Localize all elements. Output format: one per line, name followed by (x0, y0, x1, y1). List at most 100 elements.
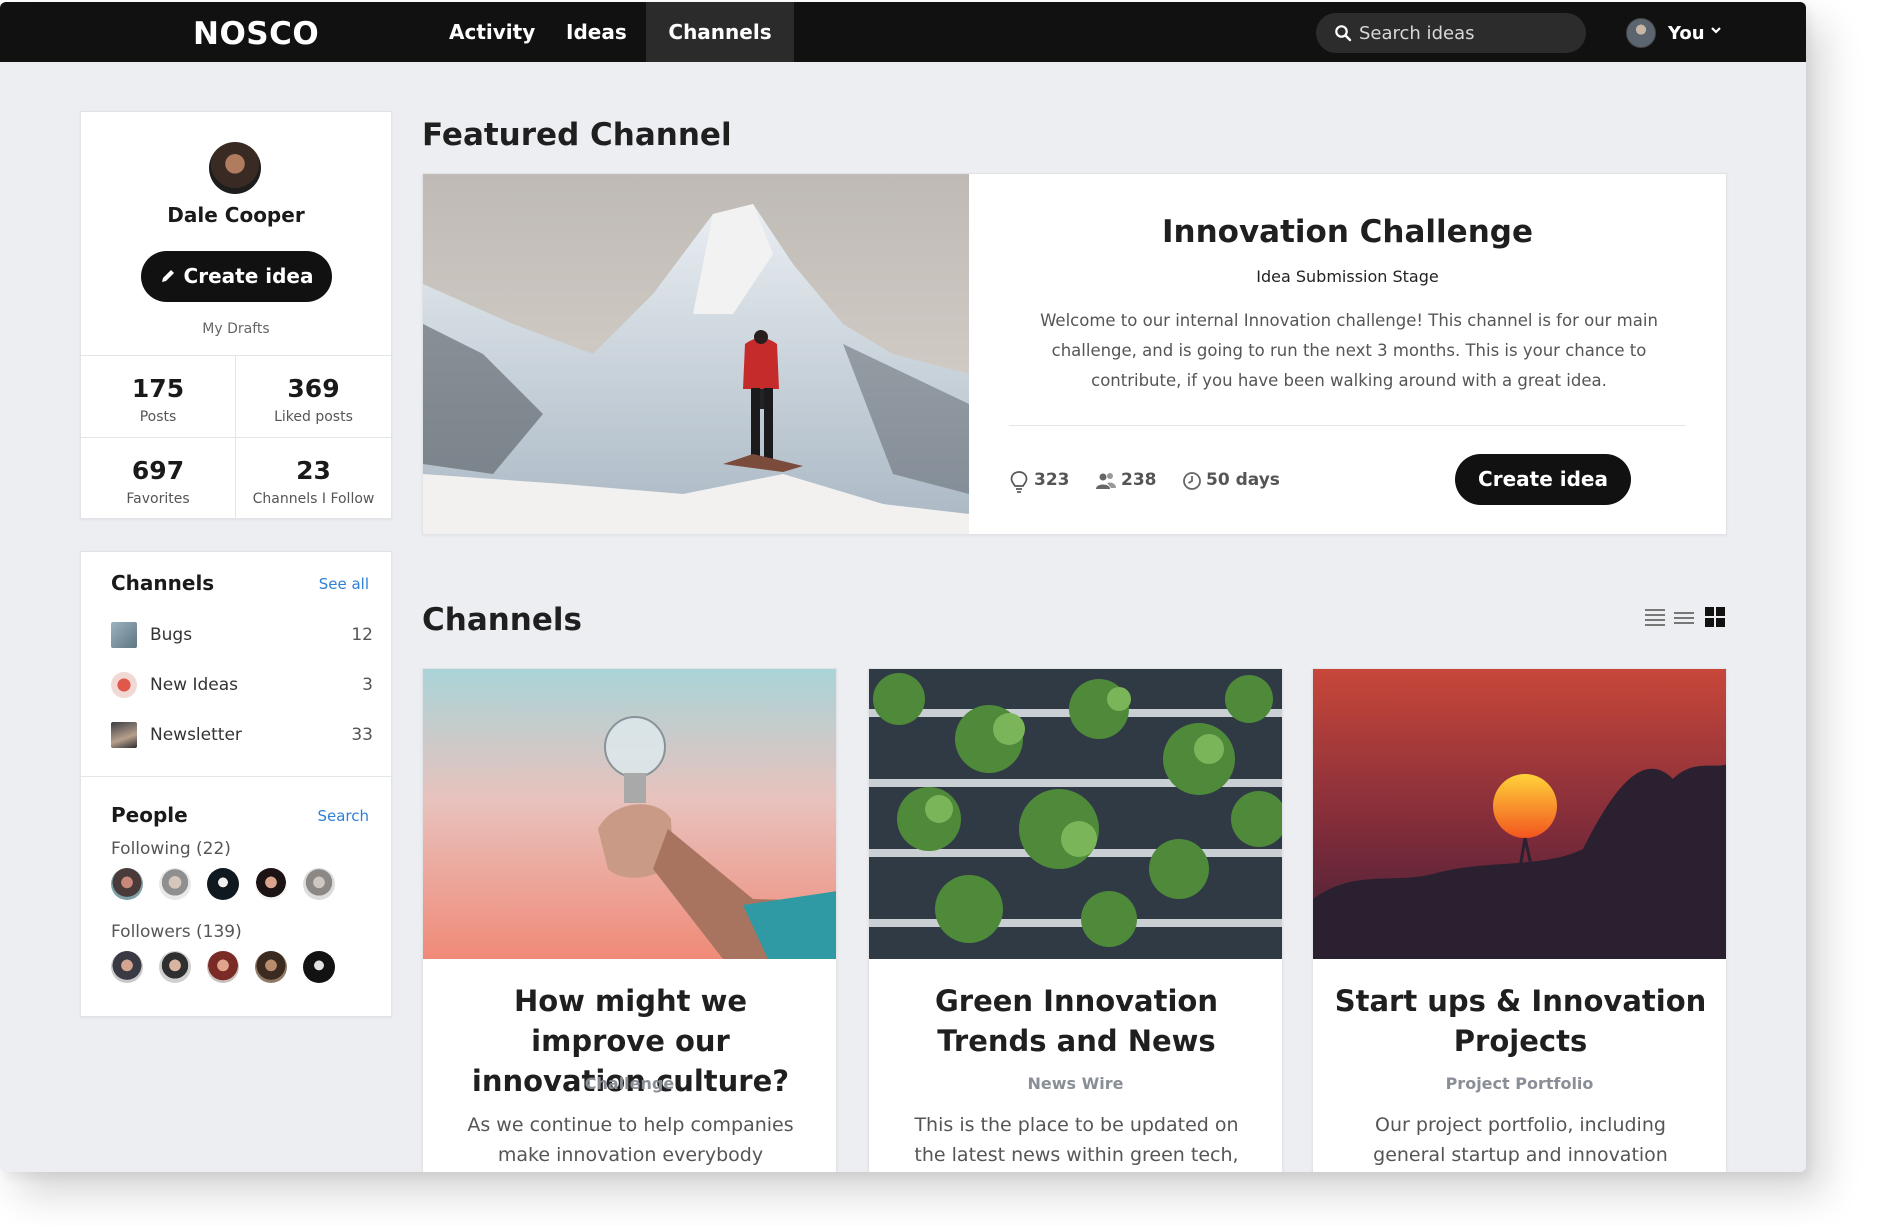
list-view-icon[interactable] (1644, 606, 1666, 628)
avatar[interactable] (207, 951, 239, 983)
avatar[interactable] (111, 868, 143, 900)
stat-value: 175 (131, 374, 185, 403)
stat-channels-followed[interactable]: 23 Channels I Follow (236, 438, 391, 520)
channel-count: 3 (362, 675, 373, 695)
search-people-link[interactable]: Search (317, 807, 369, 825)
featured-image[interactable] (423, 174, 969, 534)
avatar[interactable] (255, 951, 287, 983)
stat-label: Favorites (126, 491, 190, 507)
stat-label: Posts (139, 409, 177, 425)
pencil-icon (161, 270, 174, 282)
create-idea-button[interactable]: Create idea (141, 251, 332, 302)
ideas-count-value: 323 (1034, 470, 1070, 490)
channels-heading: Channels (422, 602, 582, 638)
featured-description: Welcome to our internal Innovation chall… (1040, 311, 1658, 390)
channel-name: Bugs (150, 625, 193, 645)
featured-create-idea-button[interactable]: Create idea (1455, 454, 1631, 505)
featured-body: Innovation Challenge Idea Submission Sta… (969, 174, 1726, 534)
people-section-title: People (111, 803, 188, 827)
time-left-value: 50 days (1206, 470, 1280, 490)
search-input[interactable] (1359, 13, 1574, 53)
stat-favorites[interactable]: 697 Favorites (81, 438, 236, 520)
members-count-value: 238 (1121, 470, 1157, 490)
app-window: NOSCO Activity Ideas Channels You Dale C… (0, 2, 1806, 1172)
stat-label: Liked posts (274, 409, 353, 425)
profile-name[interactable]: Dale Cooper (81, 203, 391, 227)
channels-section-title: Channels (111, 571, 215, 595)
channel-card-image (869, 669, 1282, 959)
channel-card-description: As we continue to help companies make in… (467, 1114, 794, 1166)
channel-card-image (1313, 669, 1726, 959)
channel-card[interactable]: How might we improve our innovation cult… (422, 668, 837, 1172)
channel-card-title[interactable]: Green Innovation Trends and News (889, 981, 1264, 1061)
channel-name: Newsletter (150, 725, 242, 745)
channel-card-type: Project Portfolio (1445, 1074, 1594, 1093)
channel-thumbnail (111, 722, 137, 748)
sidebar-channel-bugs[interactable]: Bugs 12 (111, 619, 373, 649)
channel-count: 33 (351, 725, 373, 745)
my-drafts-link[interactable]: My Drafts (81, 321, 391, 337)
channel-thumbnail (111, 672, 137, 698)
featured-stage: Idea Submission Stage (1256, 267, 1439, 286)
divider (81, 776, 391, 777)
sidebar-channels-people-card: Channels See all Bugs 12 New Ideas 3 New… (80, 551, 392, 1017)
sunset-image (1313, 669, 1726, 959)
channel-thumbnail (111, 622, 137, 648)
channel-card-title[interactable]: Start ups & Innovation Projects (1333, 981, 1708, 1061)
lightbulb-hand-image (423, 669, 836, 959)
avatar[interactable] (303, 868, 335, 900)
grid-view-icon[interactable] (1704, 606, 1726, 628)
divider (1009, 425, 1686, 426)
avatar[interactable] (255, 868, 287, 900)
avatar[interactable] (303, 951, 335, 983)
green-building-image (869, 669, 1282, 959)
stat-label: Channels I Follow (252, 491, 375, 507)
channel-name: New Ideas (150, 675, 239, 695)
channel-card-type: News Wire (1027, 1074, 1124, 1093)
featured-title[interactable]: Innovation Challenge (969, 214, 1726, 250)
search-box[interactable] (1316, 13, 1586, 53)
profile-avatar[interactable] (209, 142, 261, 194)
stat-value: 23 (296, 456, 331, 485)
followers-label: Followers (139) (111, 922, 242, 942)
following-label: Following (22) (111, 839, 231, 859)
stat-value: 369 (287, 374, 340, 403)
see-all-channels-link[interactable]: See all (319, 575, 369, 593)
avatar (1626, 18, 1656, 48)
profile-stats: 175 Posts 369 Liked posts 697 Favorites … (81, 355, 391, 520)
nav-activity[interactable]: Activity (449, 2, 535, 62)
mountain-image (423, 174, 969, 534)
stat-value: 697 (131, 456, 185, 485)
people-icon (1096, 473, 1116, 489)
stat-liked-posts[interactable]: 369 Liked posts (236, 356, 391, 438)
sidebar-channel-new-ideas[interactable]: New Ideas 3 (111, 669, 373, 699)
compact-list-icon[interactable] (1673, 606, 1695, 628)
top-nav-bar: NOSCO Activity Ideas Channels You (0, 2, 1806, 62)
channel-card-description: This is the place to be updated on the l… (914, 1114, 1239, 1166)
profile-card: Dale Cooper Create idea My Drafts 175 Po… (80, 111, 392, 520)
channel-card[interactable]: Start ups & Innovation Projects Project … (1312, 668, 1727, 1172)
create-idea-label: Create idea (183, 264, 314, 288)
user-menu-label: You (1668, 23, 1705, 44)
clock-icon (1183, 472, 1201, 490)
channel-card[interactable]: Green Innovation Trends and News News Wi… (868, 668, 1283, 1172)
channel-card-type: Challenge (584, 1074, 675, 1093)
chevron-down-icon (1711, 27, 1721, 34)
featured-channel-card[interactable]: Innovation Challenge Idea Submission Sta… (422, 173, 1727, 535)
featured-members-count: 238 (1095, 469, 1157, 493)
nav-ideas[interactable]: Ideas (566, 2, 627, 62)
channel-card-description: Our project portfolio, including general… (1373, 1114, 1668, 1166)
sidebar-channel-newsletter[interactable]: Newsletter 33 (111, 719, 373, 749)
avatar[interactable] (111, 951, 143, 983)
avatar[interactable] (159, 868, 191, 900)
lightbulb-icon (1010, 471, 1028, 493)
nav-channels[interactable]: Channels (646, 2, 794, 62)
avatar[interactable] (159, 951, 191, 983)
logo[interactable]: NOSCO (193, 16, 319, 52)
search-icon (1335, 25, 1352, 42)
featured-heading: Featured Channel (422, 117, 732, 153)
channel-count: 12 (351, 625, 373, 645)
avatar[interactable] (207, 868, 239, 900)
channel-card-image (423, 669, 836, 959)
stat-posts[interactable]: 175 Posts (81, 356, 236, 438)
